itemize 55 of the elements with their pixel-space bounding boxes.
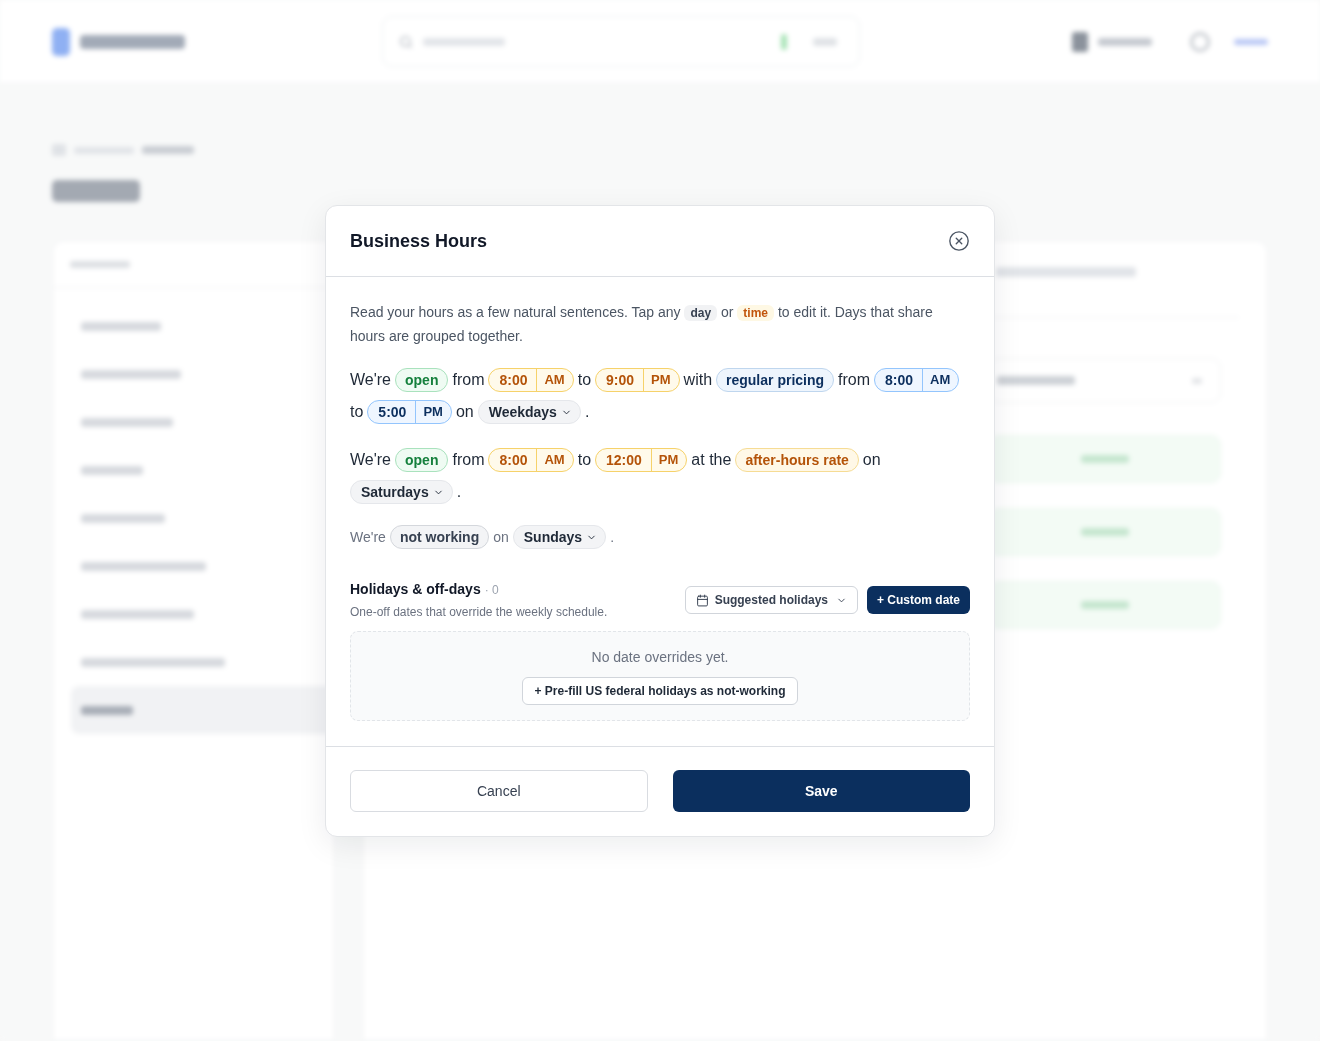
suggested-holidays-dropdown[interactable]: Suggested holidays — [684, 586, 858, 614]
blurred-breadcrumb — [142, 146, 194, 154]
sentence-text: from — [452, 370, 485, 390]
sentence-text: to — [350, 402, 364, 422]
logo-icon — [52, 27, 70, 56]
time-chip[interactable]: 8:00 AM — [488, 368, 574, 392]
cancel-button[interactable]: Cancel — [350, 770, 648, 812]
status-chip[interactable]: open — [395, 368, 449, 392]
sentence-text: at the — [691, 450, 732, 470]
sentence-text: . — [584, 402, 590, 422]
sentence-text: with — [683, 370, 713, 390]
pricing-chip[interactable]: after-hours rate — [735, 448, 859, 472]
time-chip[interactable]: 8:00 AM — [874, 368, 960, 392]
blurred-menu-label — [81, 705, 133, 715]
sentence-text: from — [838, 370, 871, 390]
blurred-section-label — [70, 260, 130, 268]
blurred-icon — [781, 33, 787, 50]
pricing-chip[interactable]: regular pricing — [716, 368, 835, 392]
dialog-title: Business Hours — [350, 229, 488, 253]
time-chip[interactable]: 5:00 PM — [367, 400, 452, 424]
sentence-text: . — [456, 482, 462, 502]
time-chip[interactable]: 12:00 PM — [595, 448, 688, 472]
time-chip[interactable]: 9:00 PM — [595, 368, 680, 392]
sentence-text: on — [862, 450, 881, 470]
close-icon — [948, 230, 970, 252]
time-chip[interactable]: 8:00 AM — [488, 448, 574, 472]
sentence-text: We're — [350, 527, 386, 547]
calendar-icon — [695, 593, 709, 607]
sentence-text: . — [610, 527, 615, 547]
sentence-text: to — [577, 370, 592, 390]
section-subtitle: One-off dates that override the weekly schedule. — [350, 604, 608, 621]
sentence-text: from — [452, 450, 485, 470]
blurred-icon — [1072, 31, 1088, 52]
sentence-text: on — [493, 527, 509, 547]
status-chip[interactable]: not working — [389, 525, 490, 549]
shortcut-key — [813, 37, 837, 46]
holiday-count: · 0 — [484, 582, 499, 599]
day-dropdown[interactable]: Sundays — [512, 525, 607, 549]
section-title: Holidays & off-days — [350, 580, 481, 599]
blurred-link[interactable] — [1234, 38, 1268, 45]
day-dropdown[interactable]: Weekdays — [477, 400, 581, 424]
sentence-text: on — [455, 402, 474, 422]
custom-date-button[interactable]: + Custom date — [867, 586, 970, 614]
sentence-text: We're — [350, 450, 391, 470]
sentence-text: to — [577, 450, 592, 470]
sentence-text: We're — [350, 370, 391, 390]
day-dropdown[interactable]: Saturdays — [350, 480, 453, 504]
close-button[interactable] — [948, 230, 970, 252]
intro-text: Read your hours as a few natural sentences. Tap any day or time to edit it. Days that share hours are grouped together. — [350, 303, 934, 346]
blurred-menu-label — [81, 465, 143, 475]
empty-state-text: No date overrides yet. — [591, 648, 729, 667]
status-chip[interactable]: open — [395, 448, 449, 472]
prefill-holidays-button[interactable]: + Pre-fill US federal holidays as not-working — [522, 677, 798, 705]
save-button[interactable]: Save — [672, 770, 970, 812]
blurred-account-name — [1098, 37, 1152, 46]
